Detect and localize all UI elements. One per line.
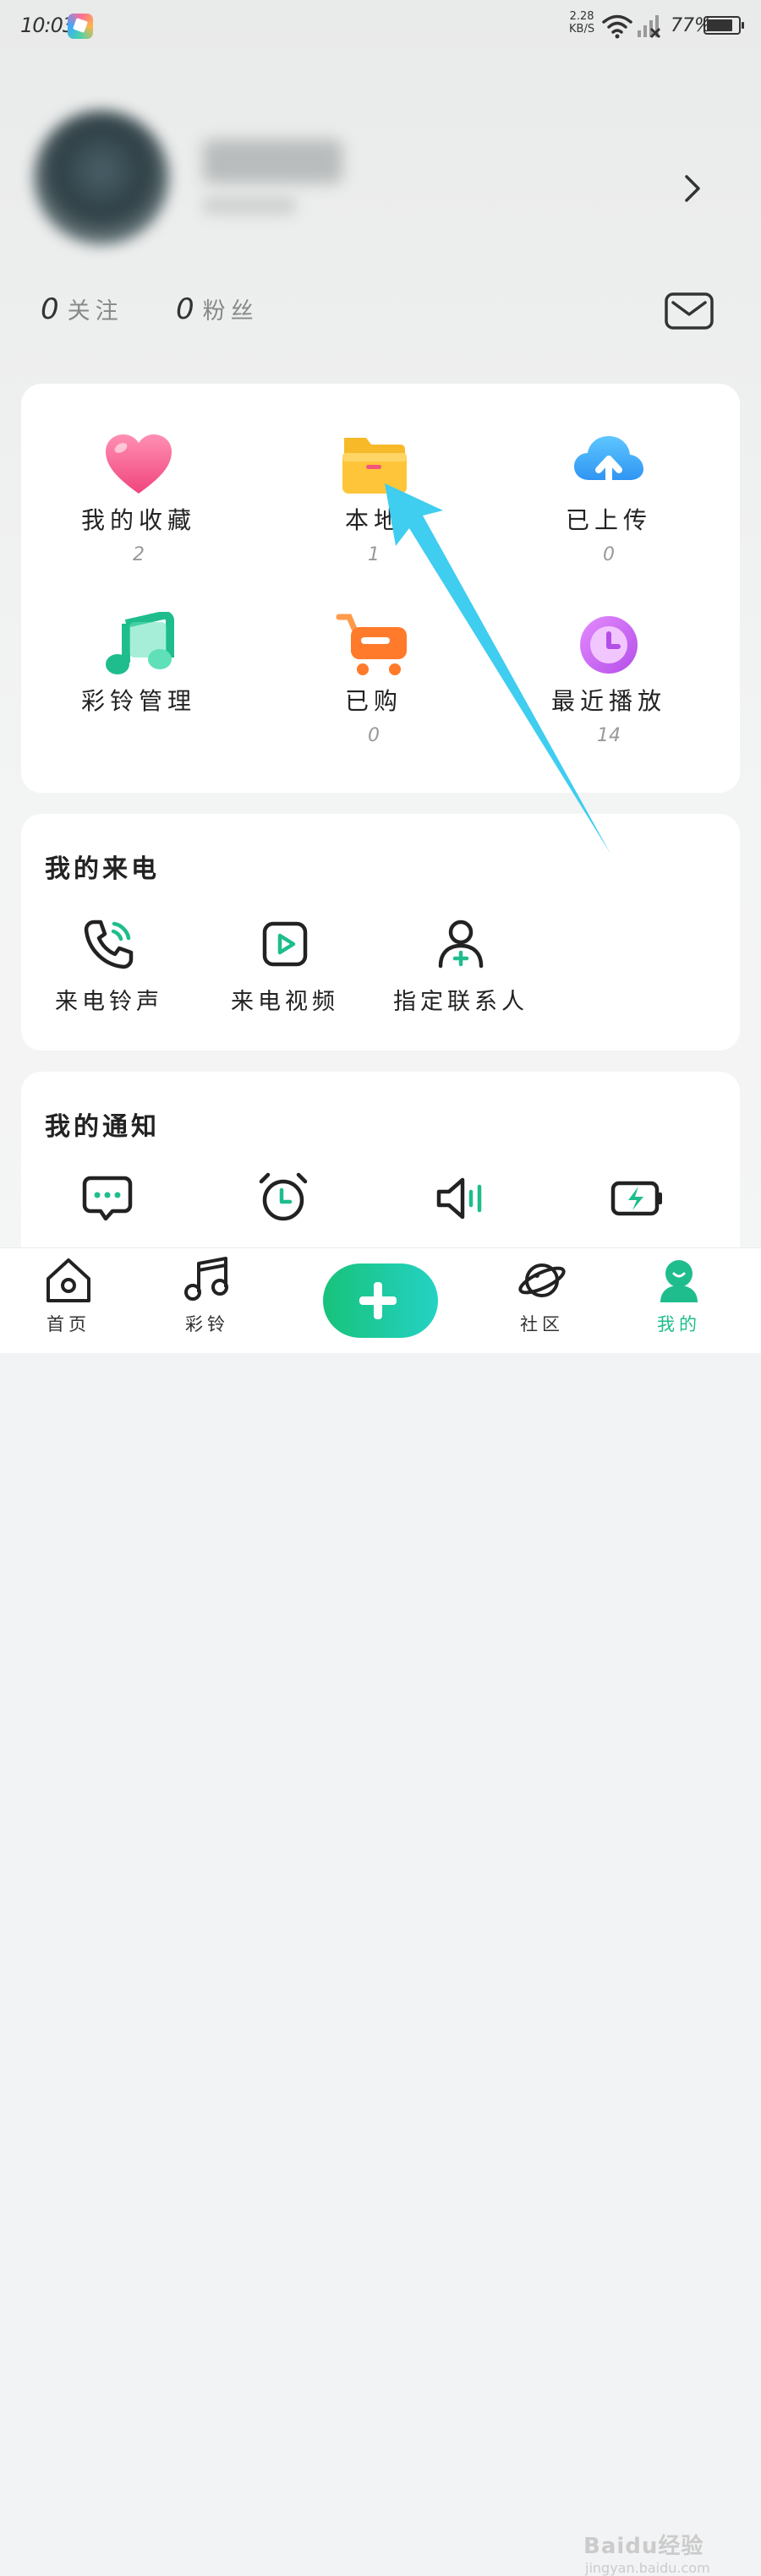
favorites-count: 2: [133, 544, 145, 565]
designated-contact-item[interactable]: 指定联系人: [376, 917, 545, 1016]
app-notification-icon: [68, 14, 93, 39]
cart-icon: [336, 614, 407, 675]
chevron-right-icon[interactable]: [682, 172, 704, 205]
bottom-tabbar: 首页 彩铃 社区 我的 Baidu经验 jingyan.baidu.com: [0, 1247, 761, 2576]
uploaded-label: 已上传: [565, 506, 652, 534]
user-subtitle-blurred: [203, 196, 296, 215]
recent-play-label: 最近播放: [550, 687, 666, 715]
call-video-item[interactable]: 来电视频: [200, 917, 370, 1016]
add-contact-icon: [438, 920, 484, 969]
my-calls-card: 我的来电 来电铃声 来电视频 指定联系人: [21, 814, 740, 1051]
battery-icon: [704, 16, 744, 35]
cloud-upload-icon: [574, 436, 643, 494]
ringtone-manage-item[interactable]: 彩铃管理: [41, 610, 236, 749]
tab-ringtone-label: 彩铃: [185, 1314, 229, 1334]
tab-home[interactable]: 首页: [22, 1255, 115, 1336]
profile-icon: [660, 1260, 698, 1302]
network-speed-value: 2.28: [569, 10, 594, 23]
clock-icon: [580, 616, 638, 674]
uploaded-count: 0: [603, 544, 615, 565]
folder-icon: [342, 438, 407, 494]
wifi-icon: [602, 14, 632, 39]
phone-ring-icon: [84, 920, 134, 969]
favorites-item[interactable]: 我的收藏 2: [41, 431, 236, 568]
baidu-watermark-url: jingyan.baidu.com: [585, 2560, 710, 2576]
favorites-label: 我的收藏: [80, 506, 196, 534]
profile-stats: 0 关注 0 粉丝: [0, 287, 761, 338]
username-blurred: [203, 139, 342, 183]
library-card: 我的收藏 2 本地 1 已上传 0 彩铃管理 已购 0 最近播放 14: [21, 384, 740, 793]
recent-play-item[interactable]: 最近播放 14: [512, 612, 706, 749]
tab-community-label: 社区: [520, 1314, 564, 1334]
status-time: 10:03: [20, 14, 75, 37]
local-count: 1: [368, 544, 380, 565]
profile-header[interactable]: [0, 93, 761, 287]
mail-icon[interactable]: [665, 292, 714, 330]
planet-icon: [518, 1263, 566, 1297]
home-icon: [47, 1258, 90, 1302]
fans-label: 粉丝: [202, 298, 259, 325]
alarm-icon[interactable]: [256, 1170, 310, 1224]
call-ringtone-item[interactable]: 来电铃声: [25, 917, 194, 1016]
speaker-icon[interactable]: [434, 1171, 488, 1225]
signal-icon: [638, 15, 661, 39]
uploaded-item[interactable]: 已上传 0: [512, 431, 706, 568]
avatar[interactable]: [34, 110, 169, 245]
fans-count: 0: [176, 292, 194, 326]
heart-icon: [106, 434, 172, 494]
tab-community[interactable]: 社区: [495, 1255, 589, 1336]
ringtone-manage-count: [41, 725, 236, 749]
fans-stat[interactable]: 0 粉丝: [176, 292, 259, 326]
music-icon: [184, 1257, 228, 1301]
purchased-item[interactable]: 已购 0: [276, 612, 471, 749]
purchased-count: 0: [368, 725, 380, 746]
ringtone-manage-label: 彩铃管理: [80, 687, 196, 715]
designated-contact-label: 指定联系人: [393, 989, 528, 1015]
purchased-label: 已购: [344, 687, 402, 715]
local-label: 本地: [344, 506, 402, 534]
battery-charging-icon[interactable]: [610, 1171, 664, 1225]
baidu-watermark: Baidu经验: [583, 2534, 704, 2559]
tab-mine[interactable]: 我的: [632, 1255, 725, 1336]
local-item[interactable]: 本地 1: [276, 431, 471, 568]
music-note-icon: [106, 610, 174, 674]
create-plus-button[interactable]: [323, 1263, 438, 1338]
my-notifications-title: 我的通知: [45, 1112, 160, 1142]
message-icon[interactable]: [80, 1171, 134, 1225]
tab-mine-label: 我的: [657, 1314, 701, 1334]
call-video-label: 来电视频: [231, 989, 339, 1015]
following-count: 0: [41, 292, 59, 326]
video-play-icon: [262, 921, 308, 967]
following-stat[interactable]: 0 关注: [41, 292, 123, 326]
following-label: 关注: [67, 298, 123, 325]
network-speed: 2.28 KB/S: [569, 10, 594, 35]
tab-home-label: 首页: [47, 1314, 90, 1334]
recent-play-count: 14: [597, 725, 621, 746]
tab-ringtone[interactable]: 彩铃: [161, 1255, 254, 1336]
call-ringtone-label: 来电铃声: [55, 989, 163, 1015]
status-bar: 10:03 2.28 KB/S 77%: [0, 0, 761, 54]
network-speed-unit: KB/S: [569, 23, 595, 35]
my-calls-title: 我的来电: [45, 854, 160, 884]
